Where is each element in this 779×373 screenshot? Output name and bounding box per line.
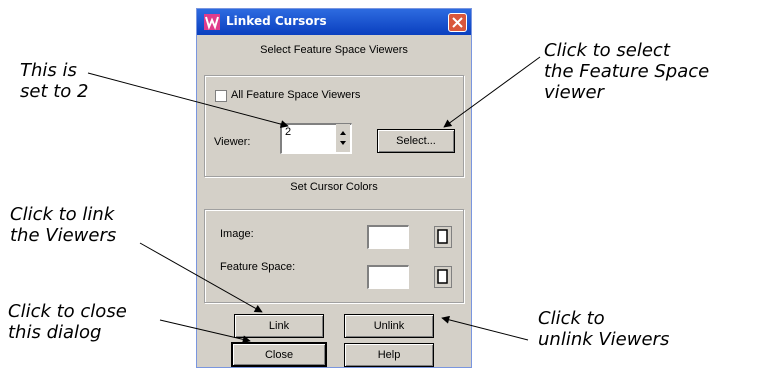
arrow-to-close-button: [159, 319, 251, 344]
callout-arrows: [87, 56, 541, 344]
arrow-to-select-button: [443, 56, 541, 128]
arrow-to-viewer-input: [87, 72, 289, 129]
arrow-to-unlink-button: [441, 315, 529, 341]
arrow-to-link-button: [139, 242, 263, 313]
